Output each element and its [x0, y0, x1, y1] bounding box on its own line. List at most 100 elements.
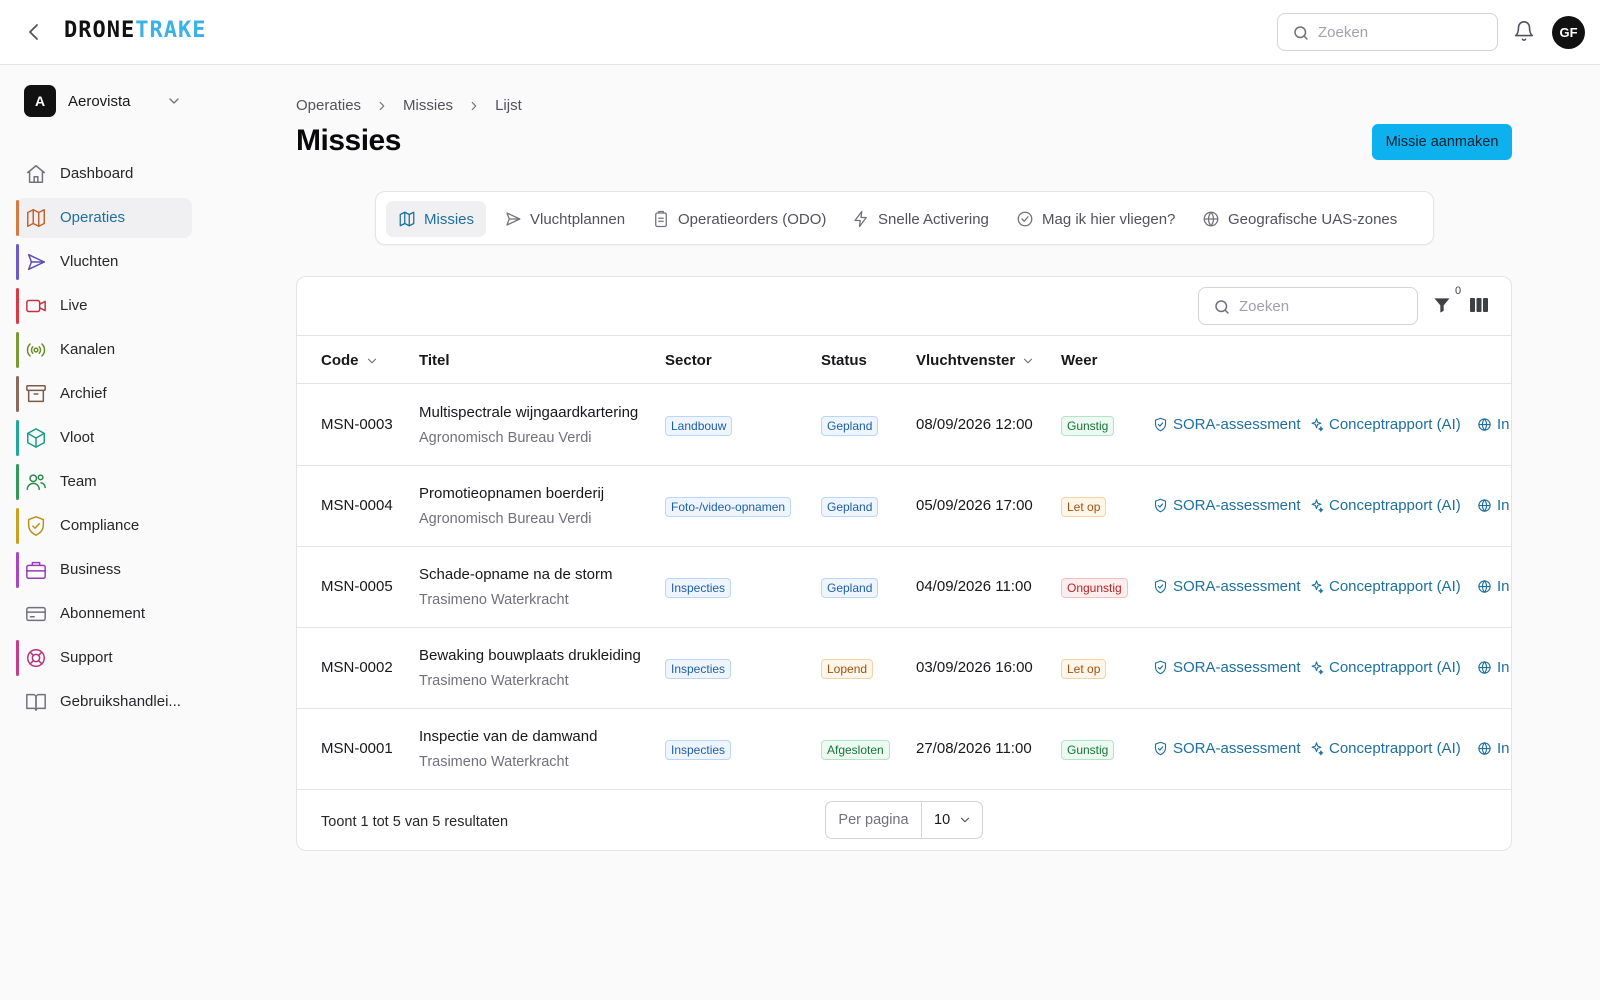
- app-logo[interactable]: DRONETRAKE: [64, 18, 206, 43]
- mission-title[interactable]: Inspectie van de damwand: [419, 728, 597, 745]
- sidebar-item-compliance[interactable]: Compliance: [16, 506, 192, 546]
- sidebar-item-label: Archief: [60, 385, 107, 402]
- action-label: Conceptrapport (AI): [1329, 497, 1461, 514]
- sidebar-item-support[interactable]: Support: [16, 638, 192, 678]
- weather-badge: Ongunstig: [1061, 578, 1128, 598]
- columns-icon[interactable]: [1469, 296, 1489, 314]
- action-sora-assessment[interactable]: SORA-assessment: [1153, 497, 1301, 514]
- mission-title[interactable]: Bewaking bouwplaats drukleiding: [419, 647, 641, 664]
- tab-missies[interactable]: Missies: [386, 201, 487, 237]
- tab-geografische-uas-zones[interactable]: Geografische UAS-zones: [1190, 201, 1409, 237]
- tab-snelle-activering[interactable]: Snelle Activering: [840, 201, 1001, 237]
- sidebar-item-operaties[interactable]: Operaties: [16, 198, 192, 238]
- logo-part-2: TRAKE: [135, 18, 207, 43]
- sidebar-item-vluchten[interactable]: Vluchten: [16, 242, 192, 282]
- action-label: SORA-assessment: [1173, 416, 1301, 433]
- table-search-input[interactable]: [1239, 296, 1409, 316]
- sidebar-item-abonnement[interactable]: Abonnement: [16, 594, 192, 634]
- action-conceptrapport-ai[interactable]: Conceptrapport (AI): [1309, 740, 1461, 757]
- column-header-sector: Sector: [665, 352, 712, 369]
- mission-title[interactable]: Multispectrale wijngaardkartering: [419, 404, 638, 421]
- sidebar-item-vloot[interactable]: Vloot: [16, 418, 192, 458]
- global-search[interactable]: [1277, 13, 1498, 51]
- action-in-p[interactable]: In p: [1477, 659, 1511, 676]
- per-page-select[interactable]: Per pagina 10: [825, 801, 983, 839]
- sidebar-item-label: Vluchten: [60, 253, 119, 270]
- table-row[interactable]: MSN-0004 Promotieopnamen boerderij Agronom…: [297, 466, 1511, 547]
- sidebar-item-live[interactable]: Live: [16, 286, 192, 326]
- status-badge: Lopend: [821, 659, 874, 679]
- breadcrumb: Operaties Missies Lijst: [296, 97, 522, 114]
- status-badge: Afgesloten: [821, 740, 890, 760]
- breadcrumb-item[interactable]: Operaties: [296, 97, 361, 114]
- action-conceptrapport-ai[interactable]: Conceptrapport (AI): [1309, 416, 1461, 433]
- sidebar-item-gebruikshandlei[interactable]: Gebruikshandlei...: [16, 682, 192, 722]
- action-label: In p: [1497, 740, 1511, 757]
- tab-mag-ik-hier-vliegen[interactable]: Mag ik hier vliegen?: [1004, 201, 1187, 237]
- action-label: In p: [1497, 659, 1511, 676]
- global-search-input[interactable]: [1318, 22, 1488, 42]
- sidebar-item-accent-bar: [16, 288, 19, 324]
- sidebar-item-team[interactable]: Team: [16, 462, 192, 502]
- action-conceptrapport-ai[interactable]: Conceptrapport (AI): [1309, 578, 1461, 595]
- sort-chevron-down-icon[interactable]: [365, 354, 379, 368]
- tab-operatieorders-odo[interactable]: Operatieorders (ODO): [640, 201, 838, 237]
- back-arrow-icon[interactable]: [22, 20, 46, 44]
- flight-window: 03/09/2026 16:00: [916, 659, 1033, 676]
- sort-chevron-down-icon[interactable]: [1021, 354, 1035, 368]
- tab-label: Geografische UAS-zones: [1228, 210, 1398, 228]
- notification-bell-icon[interactable]: [1513, 20, 1535, 42]
- sidebar-item-accent-bar: [16, 376, 19, 412]
- column-header-label: Vluchtvenster: [916, 352, 1016, 369]
- archive-icon: [25, 383, 47, 405]
- breadcrumb-item[interactable]: Lijst: [495, 97, 522, 114]
- action-conceptrapport-ai[interactable]: Conceptrapport (AI): [1309, 497, 1461, 514]
- column-header-titel: Titel: [419, 352, 450, 369]
- home-icon: [25, 163, 47, 185]
- per-page-value-text: 10: [934, 812, 951, 828]
- tab-vluchtplannen[interactable]: Vluchtplannen: [492, 201, 637, 237]
- mission-title[interactable]: Schade-opname na de storm: [419, 566, 612, 583]
- action-sora-assessment[interactable]: SORA-assessment: [1153, 659, 1301, 676]
- sidebar-item-kanalen[interactable]: Kanalen: [16, 330, 192, 370]
- table-row[interactable]: MSN-0005 Schade-opname na de storm Trasime…: [297, 547, 1511, 628]
- organization-switcher[interactable]: A Aerovista: [24, 84, 184, 118]
- missions-table-card: 0 Code Titel Sector Status Vluchtvenster Weer…: [296, 276, 1512, 851]
- flight-window: 04/09/2026 11:00: [916, 578, 1032, 595]
- create-mission-button[interactable]: Missie aanmaken: [1372, 124, 1512, 160]
- column-header-code[interactable]: Code: [321, 352, 379, 369]
- user-avatar[interactable]: GF: [1552, 16, 1585, 49]
- breadcrumb-item[interactable]: Missies: [403, 97, 453, 114]
- per-page-value[interactable]: 10: [922, 802, 982, 838]
- map-icon: [25, 207, 47, 229]
- filter-icon[interactable]: [1432, 295, 1452, 315]
- column-header-label: Sector: [665, 352, 712, 369]
- sidebar-item-business[interactable]: Business: [16, 550, 192, 590]
- table-row[interactable]: MSN-0001 Inspectie van de damwand Trasimen…: [297, 709, 1511, 790]
- column-header-label: Weer: [1061, 352, 1098, 369]
- flight-window: 08/09/2026 12:00: [916, 416, 1033, 433]
- action-in-p[interactable]: In p: [1477, 497, 1511, 514]
- sector-badge: Inspecties: [665, 578, 732, 598]
- sidebar-item-archief[interactable]: Archief: [16, 374, 192, 414]
- action-conceptrapport-ai[interactable]: Conceptrapport (AI): [1309, 659, 1461, 676]
- action-sora-assessment[interactable]: SORA-assessment: [1153, 578, 1301, 595]
- sidebar-item-accent-bar: [16, 508, 19, 544]
- action-in-p[interactable]: In p: [1477, 578, 1511, 595]
- action-in-p[interactable]: In p: [1477, 740, 1511, 757]
- action-label: SORA-assessment: [1173, 578, 1301, 595]
- action-sora-assessment[interactable]: SORA-assessment: [1153, 740, 1301, 757]
- table-row[interactable]: MSN-0003 Multispectrale wijngaardkarterin…: [297, 385, 1511, 466]
- globe-icon: [1477, 498, 1492, 513]
- column-header-vluchtvenster[interactable]: Vluchtvenster: [916, 352, 1035, 369]
- table-row[interactable]: MSN-0002 Bewaking bouwplaats drukleiding T…: [297, 628, 1511, 709]
- action-sora-assessment[interactable]: SORA-assessment: [1153, 416, 1301, 433]
- weather-badge: Gunstig: [1061, 740, 1115, 760]
- action-label: SORA-assessment: [1173, 497, 1301, 514]
- column-header-label: Code: [321, 352, 359, 369]
- mission-title[interactable]: Promotieopnamen boerderij: [419, 485, 604, 502]
- status-badge: Gepland: [821, 497, 879, 517]
- sidebar-item-dashboard[interactable]: Dashboard: [16, 154, 192, 194]
- action-in-p[interactable]: In p: [1477, 416, 1511, 433]
- table-search[interactable]: [1198, 287, 1418, 325]
